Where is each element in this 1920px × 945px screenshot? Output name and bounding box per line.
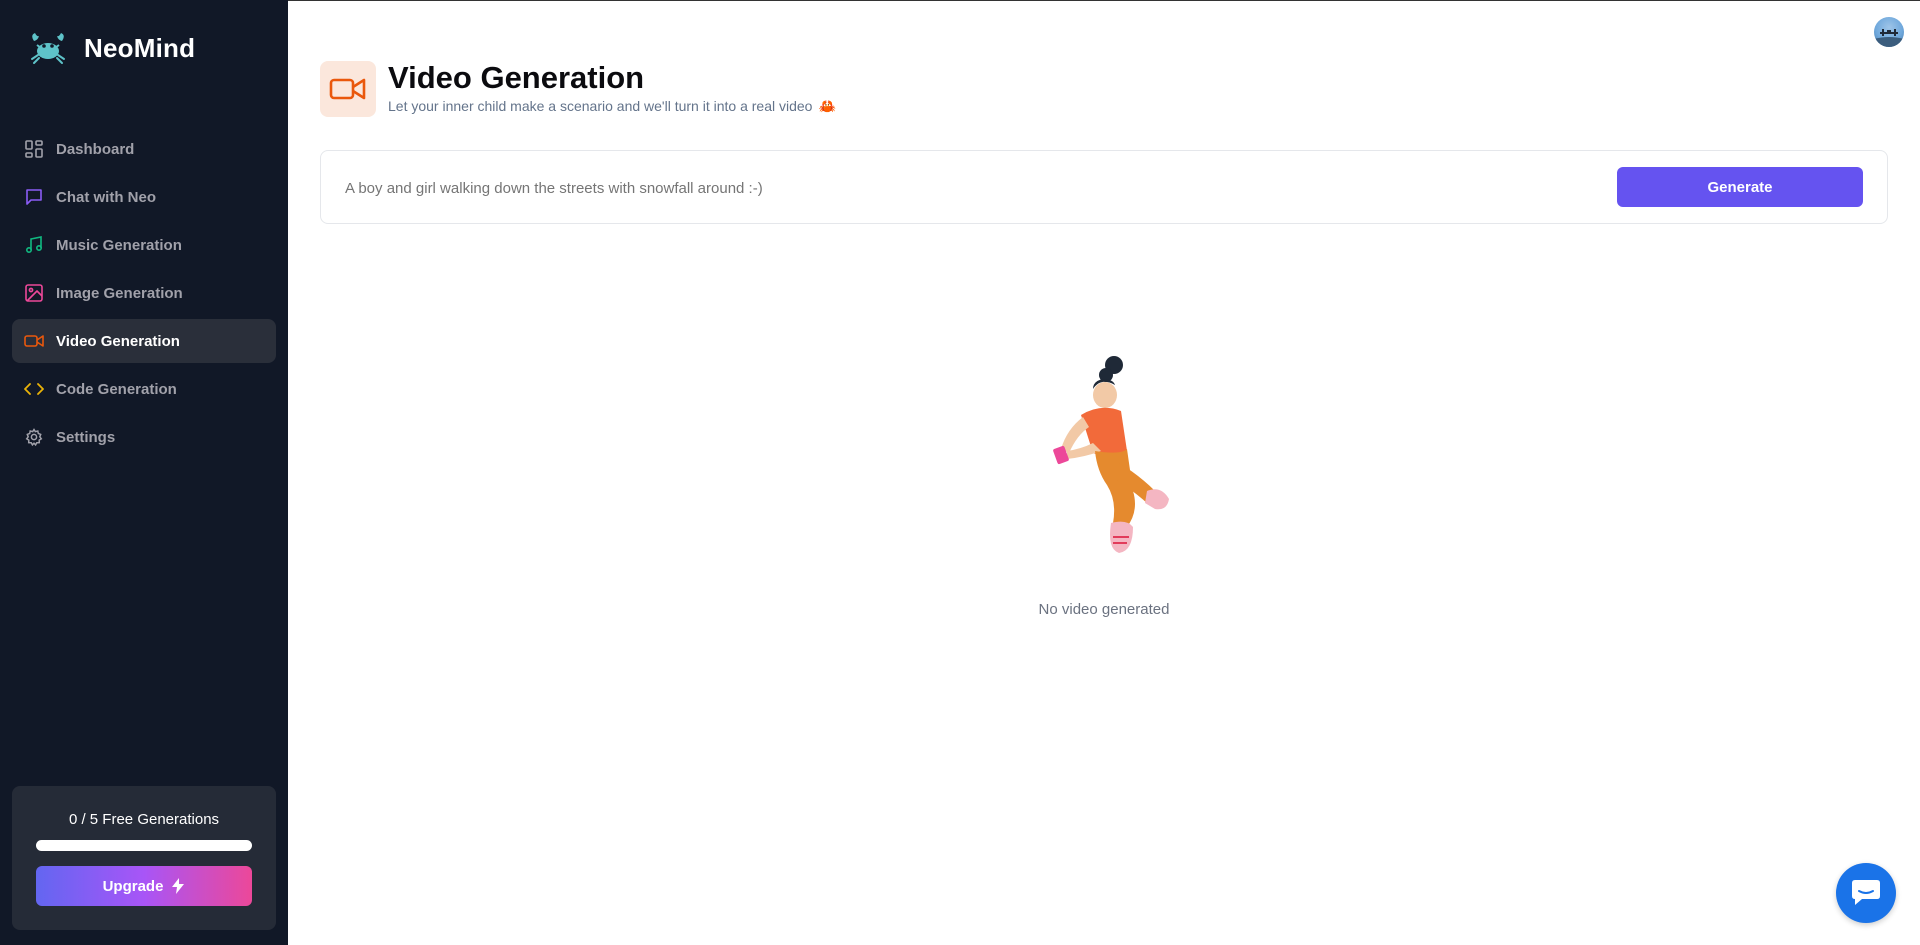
crab-logo-icon [28, 30, 68, 66]
lightning-bolt-icon [172, 878, 185, 894]
person-illustration [1053, 356, 1169, 553]
sidebar-item-label: Image Generation [56, 284, 183, 302]
sidebar-item-dashboard[interactable]: Dashboard [12, 127, 276, 171]
upgrade-label: Upgrade [102, 877, 164, 895]
video-camera-icon [320, 61, 376, 117]
sidebar-item-label: Chat with Neo [56, 188, 156, 206]
prompt-form: Generate [320, 150, 1888, 224]
sidebar-nav: Dashboard Chat with Neo Music Generation [12, 127, 276, 463]
empty-state-text: No video generated [1038, 601, 1170, 618]
free-generations-counter: 0 / 5 Free Generations [68, 811, 220, 828]
crab-emoji-icon: 🦀 [818, 97, 836, 114]
dashboard-grid-icon [24, 139, 44, 159]
generate-button[interactable]: Generate [1617, 167, 1863, 207]
code-brackets-icon [24, 379, 44, 399]
video-camera-icon [24, 331, 44, 351]
upgrade-button[interactable]: Upgrade [36, 866, 252, 906]
sidebar-item-code[interactable]: Code Generation [12, 367, 276, 411]
gear-icon [24, 427, 44, 447]
user-avatar[interactable] [1874, 17, 1904, 47]
sidebar-item-label: Settings [56, 428, 116, 446]
page-title: Video Generation [388, 59, 645, 95]
sidebar-item-label: Music Generation [56, 236, 182, 254]
page-subtitle: Let your inner child make a scenario and… [388, 98, 836, 115]
main-content: Video Generation Let your inner child ma… [288, 0, 1920, 945]
chat-widget-icon [1852, 880, 1880, 905]
sidebar-item-chat[interactable]: Chat with Neo [12, 175, 276, 219]
header-text: Video Generation Let your inner child ma… [388, 60, 836, 115]
subtitle-text: Let your inner child make a scenario and… [388, 98, 813, 114]
music-note-icon [24, 235, 44, 255]
sidebar-item-label: Dashboard [56, 140, 135, 158]
sidebar: NeoMind Dashboard Chat with Neo Music Ge… [0, 0, 288, 945]
free-generations-progress [36, 840, 252, 851]
sidebar-item-label: Code Generation [56, 380, 177, 398]
sidebar-item-video[interactable]: Video Generation [12, 319, 276, 363]
sidebar-item-label: Video Generation [56, 332, 180, 350]
free-generations-card: 0 / 5 Free Generations Upgrade [12, 786, 276, 930]
sidebar-item-settings[interactable]: Settings [12, 415, 276, 459]
chat-widget-button[interactable] [1836, 863, 1896, 923]
prompt-input[interactable] [345, 172, 1595, 204]
chat-bubble-icon [24, 187, 44, 207]
brand-name: NeoMind [84, 32, 196, 63]
image-icon [24, 283, 44, 303]
sidebar-item-image[interactable]: Image Generation [12, 271, 276, 315]
sidebar-item-music[interactable]: Music Generation [12, 223, 276, 267]
page-header: Video Generation Let your inner child ma… [320, 60, 836, 117]
brand[interactable]: NeoMind [28, 30, 195, 66]
empty-state: No video generated [288, 351, 1920, 618]
